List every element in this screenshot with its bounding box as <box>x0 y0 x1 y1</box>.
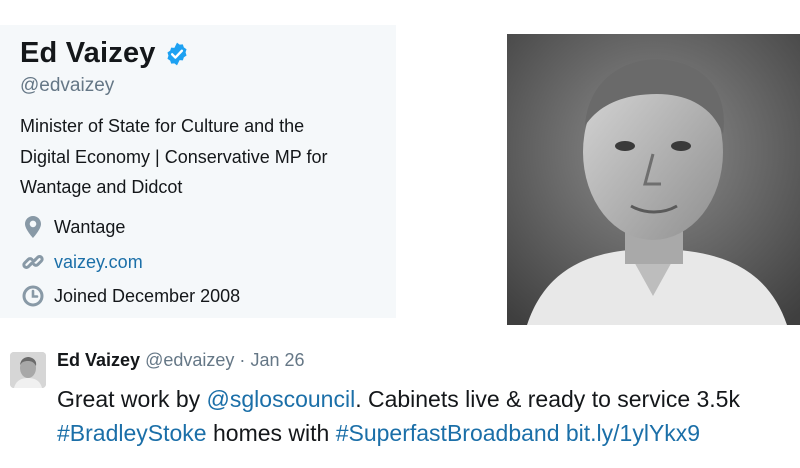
location-text: Wantage <box>54 216 126 237</box>
hashtag-link[interactable]: #BradleyStoke <box>57 420 207 446</box>
bio-line: Wantage and Didcot <box>20 177 183 197</box>
hashtag-link[interactable]: #SuperfastBroadband <box>336 420 560 446</box>
joined-text: Joined December 2008 <box>54 285 241 306</box>
tweet-text-segment: . Cabinets live & ready to service 3.5k <box>355 386 740 412</box>
tweet-text-segment: homes with <box>206 420 336 446</box>
tweet-avatar[interactable] <box>10 352 46 388</box>
profile-bio: Minister of State for Culture and the Di… <box>20 111 390 203</box>
map-pin-icon <box>20 214 46 240</box>
short-url-link[interactable]: bit.ly/1ylYkx9 <box>566 420 700 446</box>
profile-name[interactable]: Ed Vaizey <box>20 37 156 70</box>
tweet-author-name[interactable]: Ed Vaizey <box>57 350 140 370</box>
bio-line: Digital Economy | Conservative MP for <box>20 146 328 167</box>
tweet-author-handle[interactable]: @edvaizey <box>145 350 234 370</box>
clock-icon <box>20 283 46 309</box>
tweet-text: Great work by @sgloscouncil. Cabinets li… <box>57 382 797 450</box>
profile-card: Ed Vaizey @edvaizey Minister of State fo… <box>0 25 396 318</box>
tweet-separator: · <box>239 350 246 370</box>
profile-joined: Joined December 2008 <box>20 283 240 309</box>
profile-photo <box>507 34 800 325</box>
link-icon <box>20 249 46 275</box>
profile-name-row: Ed Vaizey <box>20 37 190 70</box>
profile-handle[interactable]: @edvaizey <box>20 75 114 97</box>
verified-badge-icon <box>167 42 187 65</box>
tweet-header: Ed Vaizey @edvaizey · Jan 26 <box>57 350 304 371</box>
tweet-line: Great work by @sgloscouncil. Cabinets li… <box>57 382 797 416</box>
tweet[interactable]: Ed Vaizey @edvaizey · Jan 26 Great work … <box>0 340 800 468</box>
profile-location: Wantage <box>20 214 125 240</box>
bio-line: Minister of State for Culture and the <box>20 116 305 136</box>
mention-link[interactable]: @sgloscouncil <box>207 386 356 412</box>
website-link[interactable]: vaizey.com <box>54 252 143 273</box>
tweet-line: #BradleyStoke homes with #SuperfastBroad… <box>57 416 797 450</box>
profile-website: vaizey.com <box>20 249 143 275</box>
tweet-date[interactable]: Jan 26 <box>250 350 304 370</box>
tweet-text-segment: Great work by <box>57 386 207 412</box>
